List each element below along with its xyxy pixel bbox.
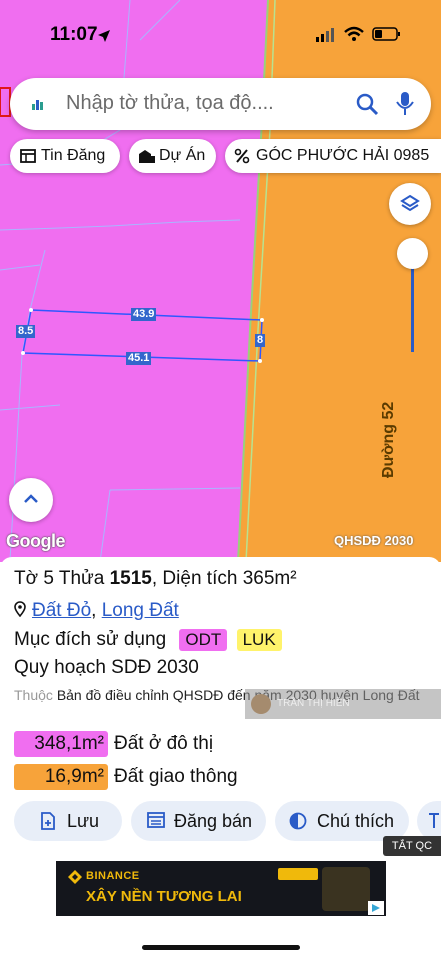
post-for-sale-button[interactable]: Đăng bán <box>131 801 266 841</box>
land-use-purpose: Mục đích sử dụng ODT LUK <box>14 629 282 651</box>
signal-icon <box>316 28 334 42</box>
dimension-left: 8.5 <box>16 325 36 338</box>
search-icon[interactable] <box>355 92 379 116</box>
area-value: 348,1m² <box>14 731 108 757</box>
ad-headline: XÂY NỀN TƯƠNG LAI <box>86 888 242 905</box>
layers-icon <box>400 194 420 212</box>
listing-icon <box>147 812 165 828</box>
battery-icon <box>372 27 400 41</box>
more-action-icon <box>429 813 439 828</box>
save-button[interactable]: Lưu <box>14 801 122 841</box>
percent-icon <box>234 148 250 164</box>
area-value: 16,9m² <box>14 764 108 790</box>
search-input[interactable]: Nhập tờ thửa, tọa độ.... <box>66 92 274 115</box>
chevron-up-icon <box>24 494 38 503</box>
area-label: Đất giao thông <box>114 766 238 787</box>
microphone-icon[interactable] <box>394 90 416 118</box>
purpose-tag-luk: LUK <box>236 629 282 651</box>
google-logo: Google <box>6 531 66 551</box>
ad-image <box>322 867 370 911</box>
ad-banner[interactable]: BINANCE XÂY NỀN TƯƠNG LAI <box>56 861 386 916</box>
ad-brand: BINANCE <box>86 870 140 882</box>
chip-label: Dự Án <box>159 147 206 164</box>
expand-sheet-button[interactable] <box>9 478 53 522</box>
map-pin-icon <box>14 601 26 618</box>
ad-cta-badge <box>278 868 318 880</box>
search-bar[interactable]: Nhập tờ thửa, tọa độ.... <box>10 78 431 130</box>
dimension-top: 43.9 <box>131 308 157 321</box>
road-label: Đường 52 <box>380 401 397 478</box>
chip-du-an[interactable]: Dự Án <box>129 139 216 173</box>
adchoices-icon[interactable] <box>368 901 384 915</box>
status-bar: 11:07 <box>0 22 441 50</box>
contrast-icon <box>289 812 307 830</box>
dimension-right: 8 <box>255 334 266 347</box>
app-logo-icon <box>26 92 50 116</box>
area-label: Đất ở đô thị <box>114 733 214 754</box>
chip-label: Tin Đăng <box>41 147 106 164</box>
home-indicator <box>142 945 300 950</box>
layer-label: QHSDĐ 2030 <box>334 533 414 548</box>
news-icon <box>20 149 36 163</box>
area-row-residential: 348,1m² Đất ở đô thị <box>14 731 213 757</box>
parcel-title: Tờ 5 Thửa 1515, Diện tích 365m² <box>14 568 297 589</box>
map-view[interactable]: 43.9 45.1 8.5 8 Đường 52 11:07 Nhập tờ t… <box>0 0 441 562</box>
status-time: 11:07 <box>50 24 98 45</box>
dimension-bottom: 45.1 <box>126 352 152 365</box>
plan-label: Quy hoạch SDĐ 2030 <box>14 657 199 678</box>
purpose-tag-odt: ODT <box>179 629 228 651</box>
legend-button[interactable]: Chú thích <box>275 801 409 841</box>
wifi-icon <box>344 26 364 41</box>
avatar <box>251 694 271 714</box>
location-arrow-icon <box>98 30 110 42</box>
chip-goc-phuoc-hai[interactable]: GÓC PHƯỚC HẢI 0985 <box>225 139 441 173</box>
building-icon <box>139 150 155 163</box>
binance-logo-icon <box>68 870 82 884</box>
file-add-icon <box>41 812 55 830</box>
chip-tin-dang[interactable]: Tin Đăng <box>10 139 120 173</box>
chip-label: GÓC PHƯỚC HẢI 0985 <box>256 147 430 164</box>
zoom-track[interactable] <box>411 258 414 352</box>
zoom-slider-handle[interactable] <box>397 238 428 269</box>
area-row-transport: 16,9m² Đất giao thông <box>14 764 238 790</box>
layers-button[interactable] <box>389 183 431 225</box>
watermark: TRẦN THỊ HIỀN <box>245 689 441 719</box>
parcel-location: Đất Đỏ, Long Đất <box>14 600 179 622</box>
parcel-number: 1515 <box>109 568 152 589</box>
district-link[interactable]: Long Đất <box>102 600 179 621</box>
commune-link[interactable]: Đất Đỏ <box>32 600 91 621</box>
close-ad-button[interactable]: TẮT QC <box>383 836 441 856</box>
